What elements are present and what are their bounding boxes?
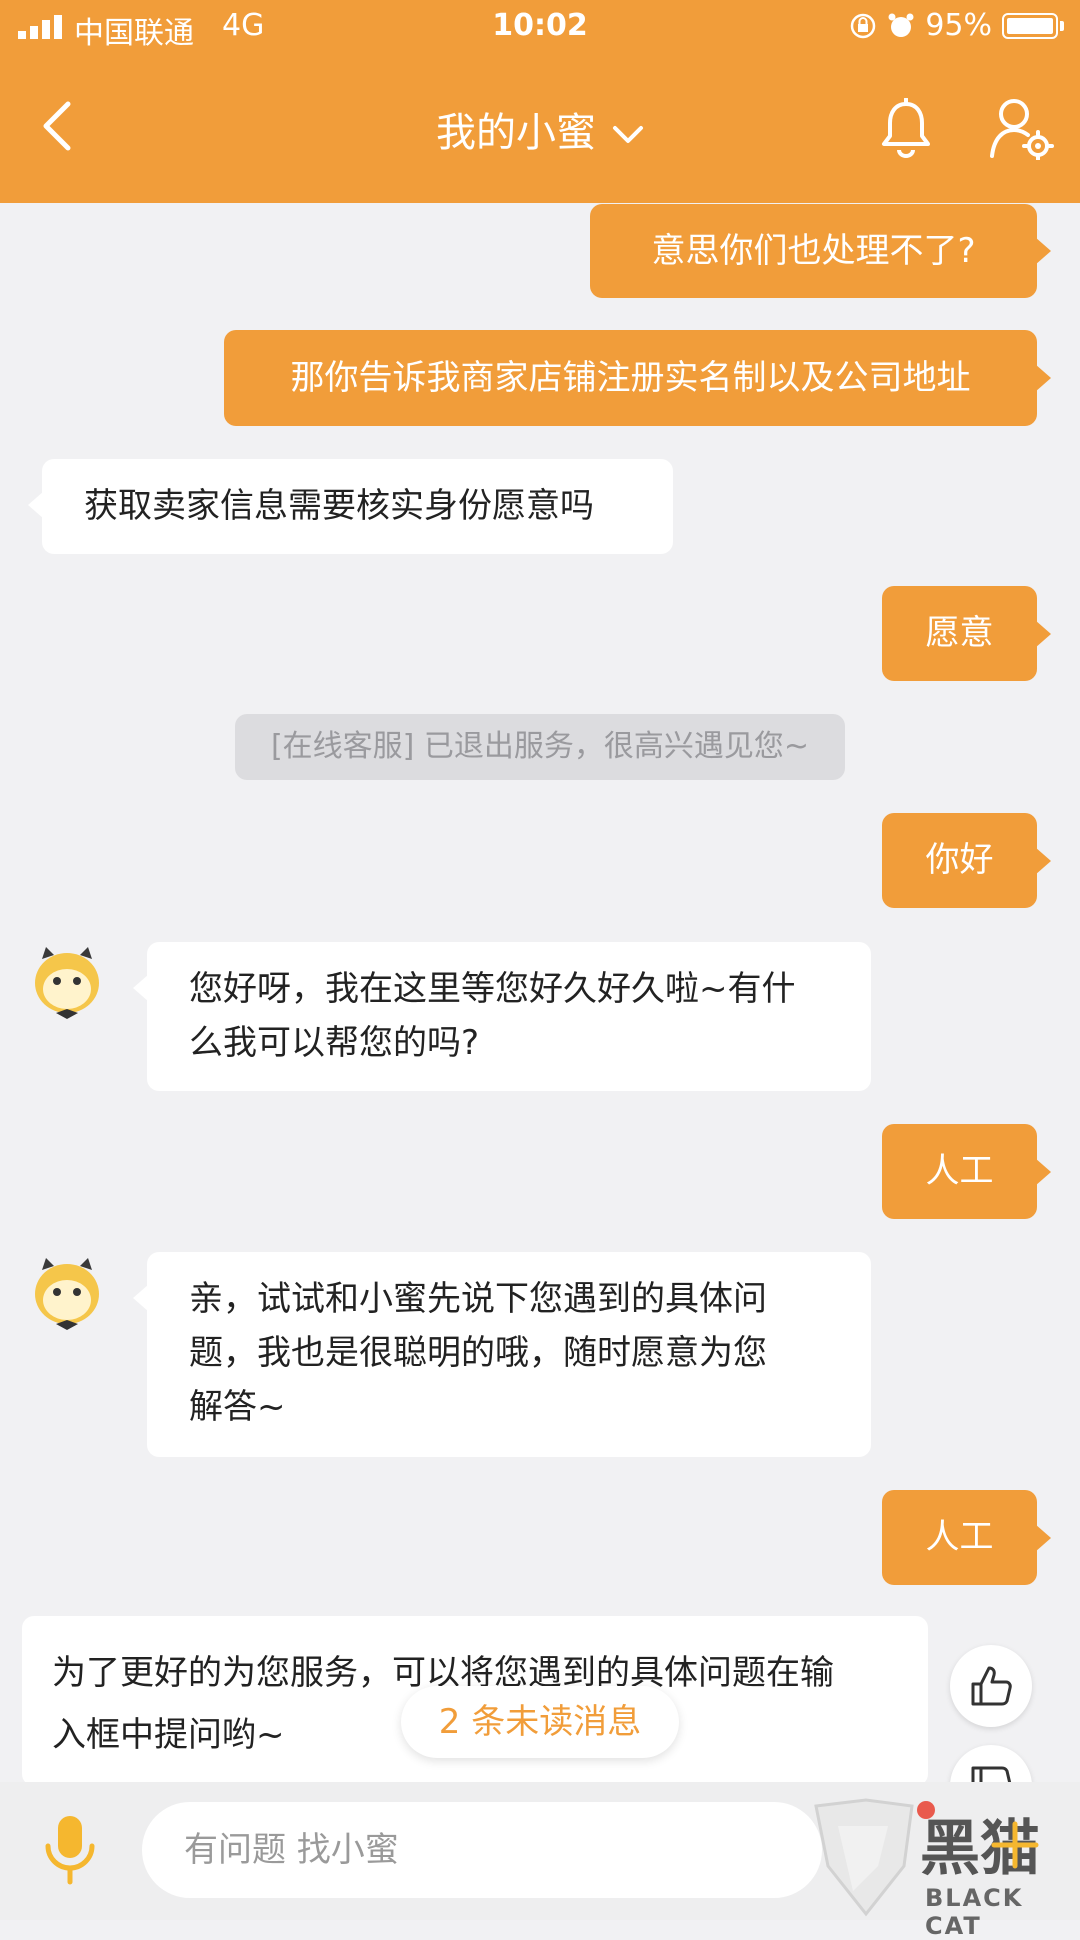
battery-percent: 95% bbox=[925, 8, 992, 43]
message-line: 亲，试试和小蜜先说下您遇到的具体问 bbox=[189, 1279, 767, 1319]
chevron-down-icon bbox=[613, 126, 643, 143]
bot-message[interactable]: 获取卖家信息需要核实身份愿意吗 bbox=[28, 459, 673, 554]
bell-icon[interactable] bbox=[880, 98, 932, 158]
plus-icon[interactable] bbox=[980, 1810, 1050, 1880]
bot-avatar-icon bbox=[35, 947, 99, 1019]
bot-avatar-icon bbox=[35, 1258, 99, 1330]
thumbs-up-icon bbox=[971, 1666, 1012, 1706]
user-message[interactable]: 意思你们也处理不了? bbox=[590, 204, 1051, 298]
watermark-brand-en: BLACK CAT bbox=[925, 1884, 1024, 1940]
status-bar: 中国联通 4G 10:02 95% bbox=[0, 0, 1080, 54]
user-message[interactable]: 那你告诉我商家店铺注册实名制以及公司地址 bbox=[224, 330, 1051, 426]
user-message[interactable]: 人工 bbox=[882, 1490, 1051, 1585]
battery-icon bbox=[1002, 12, 1058, 39]
user-message[interactable]: 你好 bbox=[882, 813, 1051, 908]
thumbs-up-button[interactable] bbox=[950, 1645, 1032, 1727]
top-bar: 中国联通 4G 10:02 95% 我的小蜜 bbox=[0, 0, 1080, 203]
battery-tip bbox=[1060, 20, 1064, 31]
alarm-icon bbox=[888, 13, 914, 37]
user-message[interactable]: 人工 bbox=[882, 1124, 1051, 1219]
bot-message[interactable]: 亲，试试和小蜜先说下您遇到的具体问 题，我也是很聪明的哦，随时愿意为您 解答~ bbox=[133, 1252, 871, 1457]
unread-messages-badge[interactable]: 2 条未读消息 bbox=[401, 1686, 679, 1758]
message-line: 题，我也是很聪明的哦，随时愿意为您 bbox=[189, 1333, 767, 1373]
system-notice: [在线客服] 已退出服务，很高兴遇见您~ bbox=[235, 714, 845, 780]
title-text: 我的小蜜 bbox=[436, 110, 596, 156]
microphone-icon[interactable] bbox=[42, 1814, 98, 1886]
user-message[interactable]: 愿意 bbox=[882, 586, 1051, 681]
user-settings-icon[interactable] bbox=[988, 96, 1054, 160]
status-right: 95% bbox=[849, 8, 1064, 43]
message-line: 您好呀，我在这里等您好久好久啦~有什 bbox=[189, 969, 796, 1009]
rotation-lock-icon bbox=[851, 13, 876, 38]
bot-message[interactable]: 您好呀，我在这里等您好久好久啦~有什 么我可以帮您的吗? bbox=[133, 942, 871, 1091]
question-input[interactable] bbox=[142, 1802, 822, 1898]
message-line: 么我可以帮您的吗? bbox=[189, 1023, 480, 1063]
message-line: 解答~ bbox=[189, 1387, 286, 1427]
